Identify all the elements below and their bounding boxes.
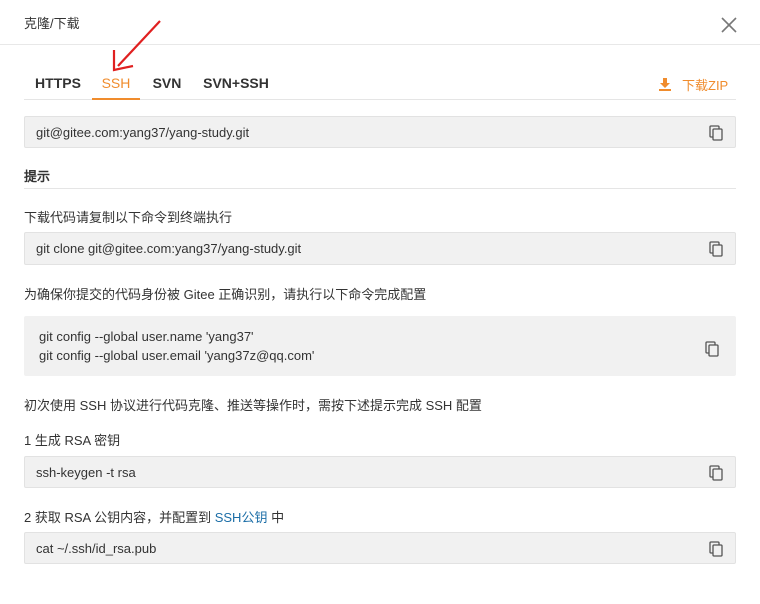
pubkey-command: cat ~/.ssh/id_rsa.pub — [36, 541, 157, 556]
clone-command-box: git clone git@gitee.com:yang37/yang-stud… — [24, 232, 736, 265]
dialog-title: 克隆/下载 — [24, 16, 80, 31]
git-config-box: git config --global user.name 'yang37' g… — [24, 316, 736, 376]
download-zip-button[interactable]: 下载ZIP — [658, 74, 728, 94]
copy-icon[interactable] — [709, 125, 723, 141]
download-zip-label: 下载ZIP — [682, 77, 729, 93]
copy-icon[interactable] — [709, 541, 723, 557]
identity-instruction: 为确保你提交的代码身份被 Gitee 正确识别，请执行以下命令完成配置 — [24, 287, 427, 302]
repo-url-box: git@gitee.com:yang37/yang-study.git — [24, 116, 736, 148]
ssh-first-use-note: 初次使用 SSH 协议进行代码克隆、推送等操作时，需按下述提示完成 SSH 配置 — [24, 398, 482, 413]
divider — [24, 188, 736, 189]
config-name-command: git config --global user.name 'yang37' — [39, 329, 254, 344]
copy-icon[interactable] — [705, 341, 719, 357]
clone-command: git clone git@gitee.com:yang37/yang-stud… — [36, 241, 302, 256]
step2-label: 2 获取 RSA 公钥内容，并配置到 SSH公钥 中 — [24, 507, 284, 526]
close-button[interactable] — [716, 12, 742, 38]
step2-prefix: 2 获取 RSA 公钥内容，并配置到 — [24, 510, 212, 525]
tab-ssh[interactable]: SSH — [92, 70, 140, 100]
repo-url: git@gitee.com:yang37/yang-study.git — [36, 125, 250, 140]
download-icon — [659, 78, 671, 91]
copy-icon[interactable] — [709, 465, 723, 481]
copy-instruction: 下载代码请复制以下命令到终端执行 — [24, 210, 233, 225]
copy-icon[interactable] — [709, 241, 723, 257]
ssh-key-link[interactable]: SSH公钥 — [215, 510, 268, 525]
tab-svn-ssh[interactable]: SVN+SSH — [198, 70, 274, 100]
hint-heading: 提示 — [24, 169, 51, 184]
config-email-command: git config --global user.email 'yang37z@… — [39, 348, 315, 363]
protocol-tabs: HTTPS SSH SVN SVN+SSH — [24, 70, 736, 100]
step1-label: 1 生成 RSA 密钥 — [24, 433, 121, 448]
keygen-command-box: ssh-keygen -t rsa — [24, 456, 736, 488]
tab-svn[interactable]: SVN — [143, 70, 191, 100]
close-icon[interactable] — [716, 12, 742, 38]
tab-https[interactable]: HTTPS — [24, 70, 92, 100]
pubkey-command-box: cat ~/.ssh/id_rsa.pub — [24, 532, 736, 564]
step2-suffix: 中 — [271, 510, 285, 525]
annotation-arrow — [112, 20, 161, 72]
keygen-command: ssh-keygen -t rsa — [36, 465, 136, 480]
